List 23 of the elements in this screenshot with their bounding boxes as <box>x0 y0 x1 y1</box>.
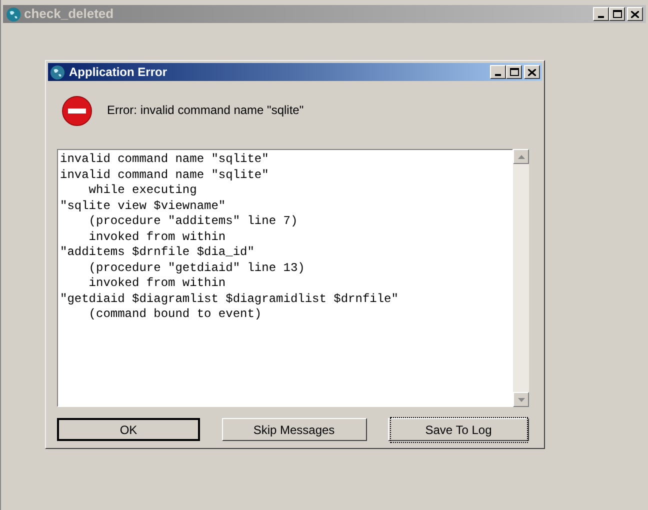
down-arrow-icon <box>518 398 524 402</box>
dialog-button[interactable]: Save To Log <box>388 418 529 441</box>
window-title: check_deleted <box>24 5 114 24</box>
scroll-down-button[interactable] <box>513 392 529 407</box>
scrollbar[interactable] <box>513 149 529 407</box>
dialog-title: Application Error <box>69 64 168 81</box>
details-text-area[interactable]: invalid command name "sqlite" invalid command name "sqlite" while executing "sqlite view $viewname" (procedure "additems" line 7) invoked from within "additems $drnfile $dia_id" (procedure "getdiaid" line 13) invoked from within "getdiaid $diagramlist $diagramidlist $drnfile" (command bound to event) <box>57 149 513 407</box>
close-icon <box>528 68 536 76</box>
globe-icon <box>6 6 21 22</box>
dialog-button[interactable]: OK <box>57 418 200 441</box>
minimize-button[interactable] <box>593 7 609 21</box>
minimize-button[interactable] <box>490 65 506 79</box>
globe-icon <box>50 64 65 80</box>
close-button[interactable] <box>524 65 540 79</box>
dialog-button[interactable]: Skip Messages <box>222 418 366 441</box>
maximize-button[interactable] <box>506 65 522 79</box>
up-arrow-icon <box>518 154 524 158</box>
close-icon <box>631 10 639 18</box>
error-icon <box>61 95 93 127</box>
scroll-up-button[interactable] <box>513 149 529 164</box>
maximize-button[interactable] <box>609 7 625 21</box>
close-button[interactable] <box>627 7 643 21</box>
error-message: Error: invalid command name "sqlite" <box>107 102 304 119</box>
